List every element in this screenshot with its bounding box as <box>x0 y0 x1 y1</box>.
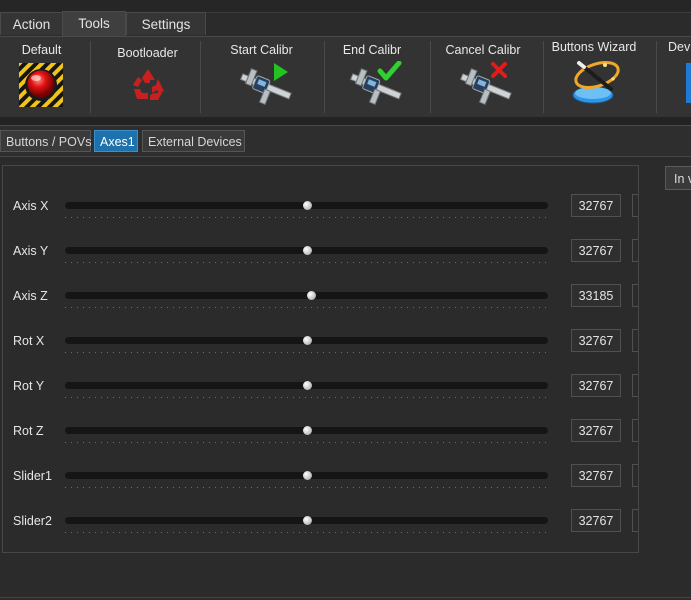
tab-external-devices[interactable]: External Devices <box>142 130 245 152</box>
axis-extra-field <box>632 509 638 532</box>
toolbar-separator <box>200 41 201 113</box>
device-icon <box>686 63 691 106</box>
axis-value-box: 32767 <box>571 374 621 397</box>
menu-tab-bar: Action Tools Settings <box>0 11 691 36</box>
axis-value-box: 32767 <box>571 329 621 352</box>
axis-label: Axis Z <box>13 289 48 303</box>
axis-slider-handle[interactable] <box>302 516 312 525</box>
toolbar: Default Bootloader Start Calibr End Cali… <box>0 36 691 118</box>
default-button[interactable]: Default <box>5 37 78 117</box>
axis-label: Slider2 <box>13 514 52 528</box>
tab-axes1[interactable]: Axes1 <box>94 130 138 152</box>
tab-tools[interactable]: Tools <box>62 11 126 36</box>
bootloader-button[interactable]: Bootloader <box>100 37 195 117</box>
buttons-wizard-button[interactable]: Buttons Wizard <box>545 37 643 117</box>
axis-slider-handle[interactable] <box>302 336 312 345</box>
tab-action[interactable]: Action <box>0 12 63 35</box>
axis-slider-handle[interactable] <box>302 471 312 480</box>
axis-value-box: 32767 <box>571 419 621 442</box>
axis-tick-marks <box>65 532 548 533</box>
caliper-cancel-icon <box>454 61 514 112</box>
axis-row: Axis Y 32767 <box>0 239 660 286</box>
bottom-border <box>0 597 691 598</box>
axis-value-box: 32767 <box>571 509 621 532</box>
axis-row: Rot X 32767 <box>0 329 660 376</box>
axis-tick-marks <box>65 217 548 218</box>
toolbar-separator <box>90 41 91 113</box>
axis-extra-field <box>632 329 638 352</box>
axis-value-box: 32767 <box>571 464 621 487</box>
start-calibr-button[interactable]: Start Calibr <box>214 37 309 117</box>
axis-label: Rot X <box>13 334 45 348</box>
axis-value-box: 32767 <box>571 194 621 217</box>
bootloader-label: Bootloader <box>117 46 178 60</box>
default-label: Default <box>21 43 62 57</box>
axis-value-box: 32767 <box>571 239 621 262</box>
toolbar-separator <box>656 41 657 113</box>
toolbar-separator <box>324 41 325 113</box>
axis-label: Axis X <box>13 199 49 213</box>
start-calibr-label: Start Calibr <box>230 43 293 57</box>
tab-buttons-povs[interactable]: Buttons / POVs <box>0 130 91 152</box>
axis-value-box: 33185 <box>571 284 621 307</box>
axis-tick-marks <box>65 487 548 488</box>
toolbar-separator <box>543 41 544 113</box>
magic-wand-icon <box>567 55 623 112</box>
axis-extra-field <box>632 419 638 442</box>
axis-row: Slider2 32767 <box>0 509 660 556</box>
axis-extra-field <box>632 284 638 307</box>
cancel-calibr-button[interactable]: Cancel Calibr <box>437 37 529 117</box>
invert-button[interactable]: In v <box>665 166 691 190</box>
axis-label: Rot Z <box>13 424 44 438</box>
axis-extra-field <box>632 239 638 262</box>
axis-tick-marks <box>65 262 548 263</box>
alarm-button-icon <box>18 62 64 111</box>
cancel-calibr-label: Cancel Calibr <box>445 43 521 57</box>
caliper-play-icon <box>234 61 294 112</box>
axis-row: Slider1 32767 <box>0 464 660 511</box>
axis-extra-field <box>632 194 638 217</box>
axis-label: Axis Y <box>13 244 49 258</box>
end-calibr-button[interactable]: End Calibr <box>326 37 418 117</box>
axis-tick-marks <box>65 352 548 353</box>
end-calibr-label: End Calibr <box>342 43 402 57</box>
axis-row: Axis X 32767 <box>0 194 660 241</box>
axis-row: Rot Z 32767 <box>0 419 660 466</box>
axis-tick-marks <box>65 307 548 308</box>
buttons-wizard-label: Buttons Wizard <box>551 40 637 54</box>
axis-tick-marks <box>65 397 548 398</box>
toolbar-separator <box>430 41 431 113</box>
tab-settings[interactable]: Settings <box>126 12 206 35</box>
caliper-check-icon <box>344 60 404 112</box>
device-button[interactable]: Devi <box>662 37 691 117</box>
axis-row: Rot Y 32767 <box>0 374 660 421</box>
axis-slider-handle[interactable] <box>306 291 316 300</box>
axis-extra-field <box>632 374 638 397</box>
axis-slider-handle[interactable] <box>302 381 312 390</box>
axes-tab-bar: Buttons / POVs Axes1 External Devices <box>0 125 691 157</box>
axis-label: Rot Y <box>13 379 45 393</box>
axis-slider-handle[interactable] <box>302 201 312 210</box>
axis-slider-handle[interactable] <box>302 426 312 435</box>
axis-label: Slider1 <box>13 469 52 483</box>
axis-extra-field <box>632 464 638 487</box>
axis-slider-handle[interactable] <box>302 246 312 255</box>
recycle-icon <box>128 65 168 108</box>
axis-row: Axis Z 33185 <box>0 284 660 331</box>
device-label: Devi <box>668 40 691 54</box>
axis-tick-marks <box>65 442 548 443</box>
toolbar-divider <box>0 117 691 125</box>
